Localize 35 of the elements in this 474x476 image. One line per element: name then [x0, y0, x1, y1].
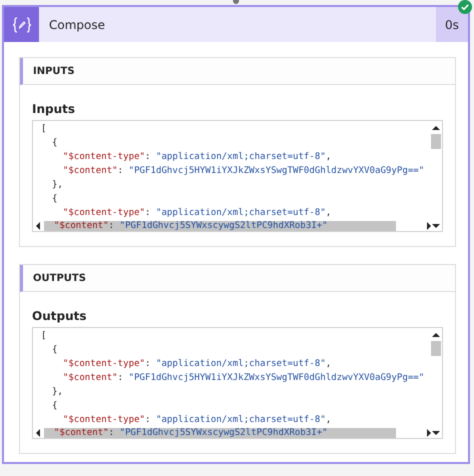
scroll-left-icon[interactable] [35, 222, 41, 230]
code-line: "$content": "PGF1dGhvcj5SYWxscywgS2ltPC9hdXRob3I+" [54, 220, 328, 230]
code-line: [ [41, 124, 46, 134]
code-line: { [52, 401, 58, 411]
scroll-thumb[interactable] [431, 341, 441, 356]
section-heading: INPUTS [33, 66, 75, 76]
scroll-down-icon[interactable] [432, 430, 440, 436]
section-heading: OUTPUTS [33, 272, 86, 284]
field-label: Outputs [32, 309, 88, 323]
scroll-left-icon[interactable] [35, 429, 41, 437]
code-line: "$content-type": "application/xml;charset=utf-8", [62, 152, 332, 162]
scroll-up-icon[interactable] [432, 125, 440, 131]
code-line: "$content-type": "application/xml;charset=utf-8", [62, 359, 332, 369]
scroll-thumb[interactable]: "$content": "PGF1dGhvcj5SYWxscywgS2ltPC9hdXRob3I+" [44, 428, 396, 438]
scroll-thumb[interactable] [431, 134, 441, 149]
field-label: Inputs [32, 102, 76, 116]
scroll-right-icon[interactable] [426, 429, 432, 437]
scroll-up-icon[interactable] [432, 332, 440, 338]
code-line: { [52, 345, 58, 355]
code-line: [ [41, 331, 46, 341]
code-line: { [52, 194, 58, 204]
code-line: "$content": "PGF1dGhvcj5SYWxscywgS2ltPC9hdXRob3I+" [54, 428, 328, 438]
code-line: }, [52, 387, 63, 397]
scroll-down-icon[interactable] [432, 223, 440, 229]
scroll-right-icon[interactable] [426, 222, 432, 230]
action-title: Compose [48, 16, 106, 34]
scroll-thumb[interactable]: "$content": "PGF1dGhvcj5SYWxscywgS2ltPC9hdXRob3I+" [44, 220, 396, 231]
braces-pencil-icon [12, 16, 32, 32]
code-line: }, [52, 180, 63, 190]
code-line: "$content-type": "application/xml;charset=utf-8", [62, 415, 332, 425]
code-line: "$content": "PGF1dGhvcj5HYW1iYXJkZWxsYSwgTWF0dGhldzwvYXV0aG9yPg==" [62, 166, 424, 176]
duration-label: 0s [436, 7, 468, 42]
code-line: "$content": "PGF1dGhvcj5HYW1iYXJkZWxsYSwgTWF0dGhldzwvYXV0aG9yPg==" [62, 373, 424, 383]
code-line: "$content-type": "application/xml;charset=utf-8", [62, 208, 332, 218]
code-line: { [52, 138, 58, 148]
